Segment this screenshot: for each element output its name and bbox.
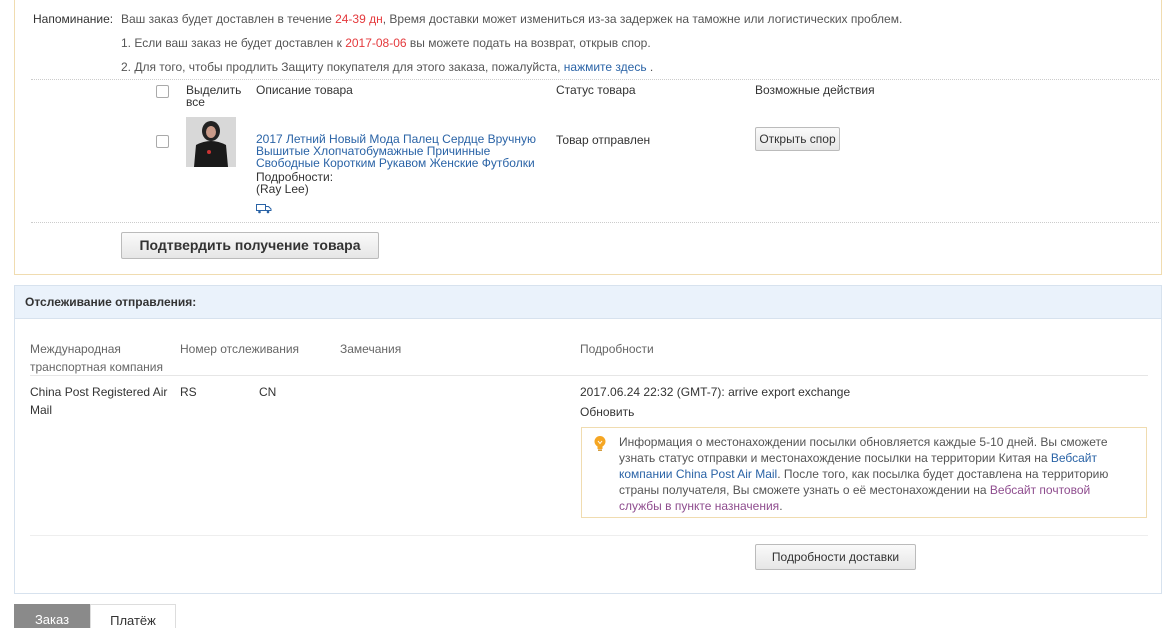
tracking-event: 2017.06.24 22:32 (GMT-7): arrive export … — [580, 385, 851, 399]
dispute-deadline: 2017-08-06 — [345, 36, 407, 50]
remarks-header: Замечания — [340, 342, 402, 356]
product-title-link[interactable]: 2017 Летний Новый Мода Палец Сердце Вруч… — [256, 133, 546, 169]
details-header: Подробности — [580, 342, 654, 356]
carrier-name: China Post Registered Air Mail — [30, 385, 168, 417]
divider — [31, 222, 1159, 223]
order-panel: Напоминание: Ваш заказ будет доставлен в… — [14, 0, 1162, 275]
tracking-info-box: Информация о местонахождении посылки обн… — [581, 427, 1147, 518]
refresh-link[interactable]: Обновить — [580, 403, 634, 421]
description-header: Описание товара — [256, 83, 353, 97]
product-thumbnail[interactable] — [186, 117, 236, 167]
open-dispute-button[interactable]: Открыть спор — [755, 127, 840, 151]
tracking-info-text: Информация о местонахождении посылки обн… — [619, 435, 1109, 513]
tracking-number-header: Номер отслеживания — [180, 342, 300, 356]
select-all-label: Выделить все — [186, 83, 242, 109]
tab-order[interactable]: Заказ — [14, 604, 90, 628]
tracking-title: Отслеживание отправления: — [15, 286, 1161, 319]
lightbulb-icon — [594, 436, 606, 454]
reminder-label: Напоминание: — [33, 12, 114, 26]
company-header: Международная транспортная компания — [30, 342, 163, 374]
status-header: Статус товара — [556, 83, 636, 97]
shipping-truck-icon[interactable] — [256, 203, 272, 217]
product-details: Подробности: (Ray Lee) — [256, 170, 334, 196]
divider — [30, 375, 1148, 376]
reminder-line-protection: 2. Для того, чтобы продлить Защиту покуп… — [121, 60, 654, 74]
tab-payment[interactable]: Платёж — [90, 604, 176, 628]
item-status: Товар отправлен — [556, 133, 651, 147]
extend-protection-link[interactable]: нажмите здесь — [564, 60, 647, 74]
confirm-receipt-button[interactable]: Подтвердить получение товара — [121, 232, 379, 259]
delivery-days: 24-39 дн — [335, 12, 383, 26]
divider — [31, 79, 1159, 80]
delivery-details-button[interactable]: Подробности доставки — [755, 544, 916, 570]
tracking-number-suffix: CN — [259, 385, 277, 399]
divider — [30, 535, 1148, 536]
reminder-line-delivery: Ваш заказ будет доставлен в течение 24-3… — [121, 12, 903, 26]
select-all-checkbox[interactable] — [156, 85, 169, 98]
actions-header: Возможные действия — [755, 83, 875, 97]
reminder-line-dispute: 1. Если ваш заказ не будет доставлен к 2… — [121, 36, 651, 50]
tracking-panel: Отслеживание отправления: Международная … — [14, 285, 1162, 594]
tracking-number-prefix: RS — [180, 385, 197, 399]
item-checkbox[interactable] — [156, 135, 169, 148]
